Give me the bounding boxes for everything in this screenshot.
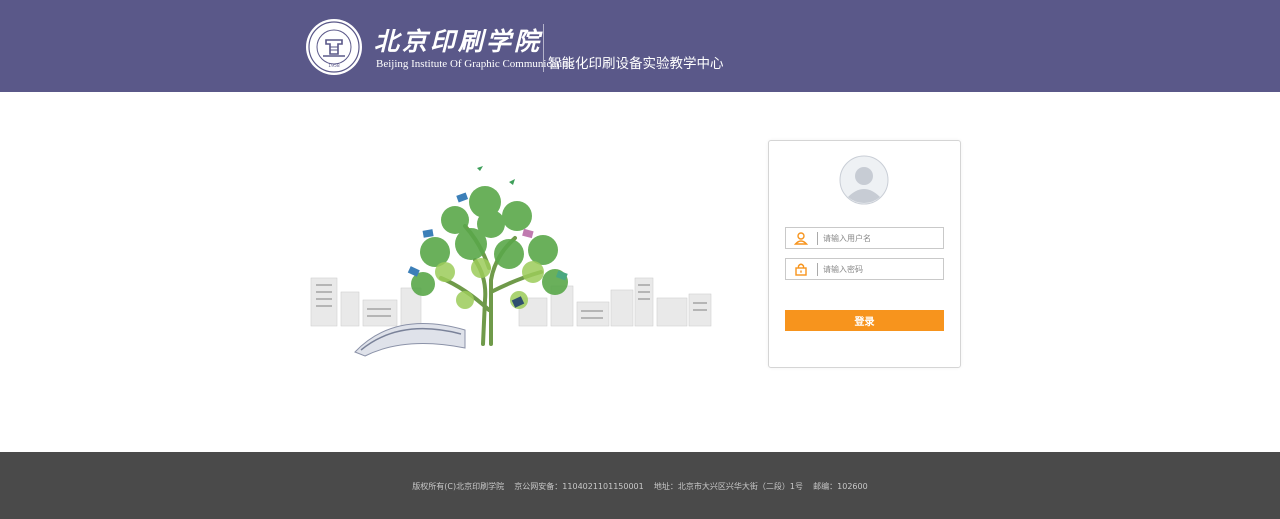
school-seal-icon: 1958 <box>306 19 362 75</box>
avatar-icon <box>839 155 889 205</box>
field-separator <box>817 263 818 276</box>
tree-city-illustration <box>310 166 712 357</box>
username-field <box>785 227 944 249</box>
password-input[interactable] <box>823 260 941 278</box>
lock-icon <box>795 263 807 276</box>
login-button[interactable]: 登录 <box>785 310 944 331</box>
user-icon <box>794 232 808 245</box>
header-divider <box>543 24 544 72</box>
footer-bar: 版权所有(C)北京印刷学院 京公网安备：1104021101150001 地址：… <box>0 452 1280 519</box>
header-bar: 1958 北京印刷学院 Beijing Institute Of Graphic… <box>0 0 1280 92</box>
username-input[interactable] <box>823 229 941 247</box>
password-field <box>785 258 944 280</box>
seal-year: 1958 <box>328 63 340 69</box>
login-panel: 登录 <box>768 140 961 368</box>
center-name: 智能化印刷设备实验教学中心 <box>548 56 724 72</box>
footer-copyright: 版权所有(C)北京印刷学院 京公网安备：1104021101150001 地址：… <box>412 482 868 491</box>
field-separator <box>817 232 818 245</box>
school-name-cn: 北京印刷学院 <box>374 27 543 56</box>
